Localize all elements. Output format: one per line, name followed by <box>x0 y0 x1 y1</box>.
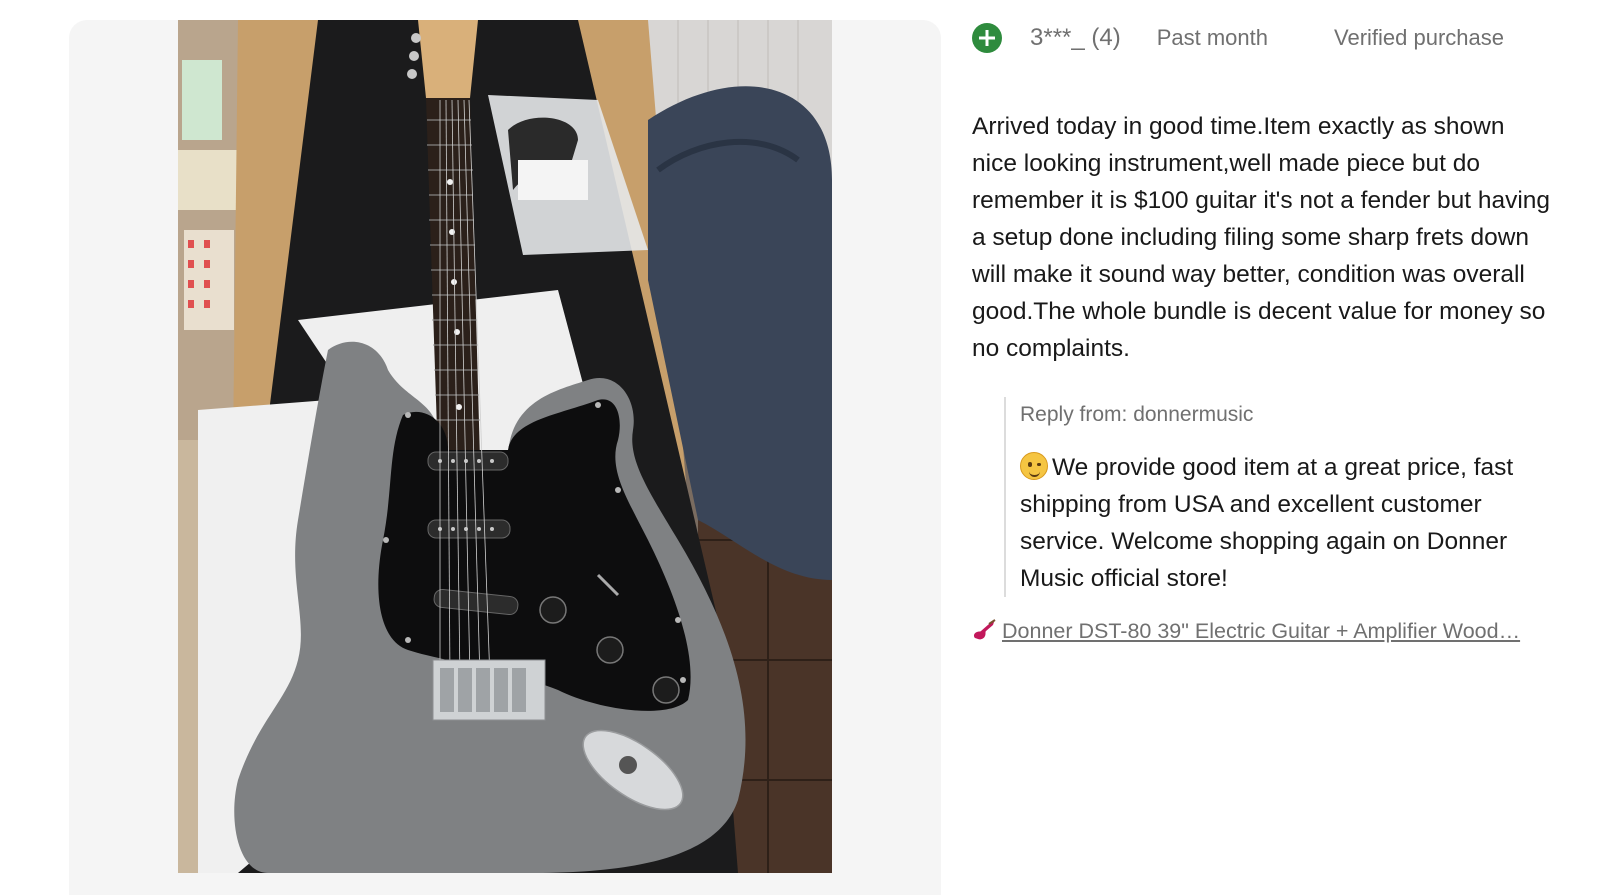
review-page: 3***_ (4) Past month Verified purchase A… <box>0 0 1600 895</box>
smiling-face-icon <box>1020 452 1048 480</box>
product-link-text: Donner DST-80 39" Electric Guitar + Ampl… <box>1002 619 1521 643</box>
product-link[interactable]: Donner DST-80 39" Electric Guitar + Ampl… <box>972 619 1540 644</box>
reviewer-name: 3***_ (4) <box>1030 24 1121 51</box>
review-body: Arrived today in good time.Item exactly … <box>972 113 1551 362</box>
guitar-photo-illustration <box>178 20 832 873</box>
reply-from-label: Reply from: donnermusic <box>1020 403 1254 426</box>
review-date: Past month <box>1156 25 1268 50</box>
electric-guitar-icon <box>973 619 996 640</box>
reply-text: We provide good item at a great price, f… <box>1020 454 1514 592</box>
plus-circle-icon[interactable] <box>972 23 1002 53</box>
verified-purchase-label: Verified purchase <box>1334 25 1504 50</box>
seller-reply: Reply from: donnermusic We provide good … <box>1004 397 1550 597</box>
review-photo-panel <box>69 20 941 895</box>
review-content: 3***_ (4) Past month Verified purchase A… <box>972 20 1572 644</box>
review-photo[interactable] <box>178 20 832 873</box>
reply-body: We provide good item at a great price, f… <box>1020 449 1550 597</box>
review-header: 3***_ (4) Past month Verified purchase <box>972 20 1572 56</box>
